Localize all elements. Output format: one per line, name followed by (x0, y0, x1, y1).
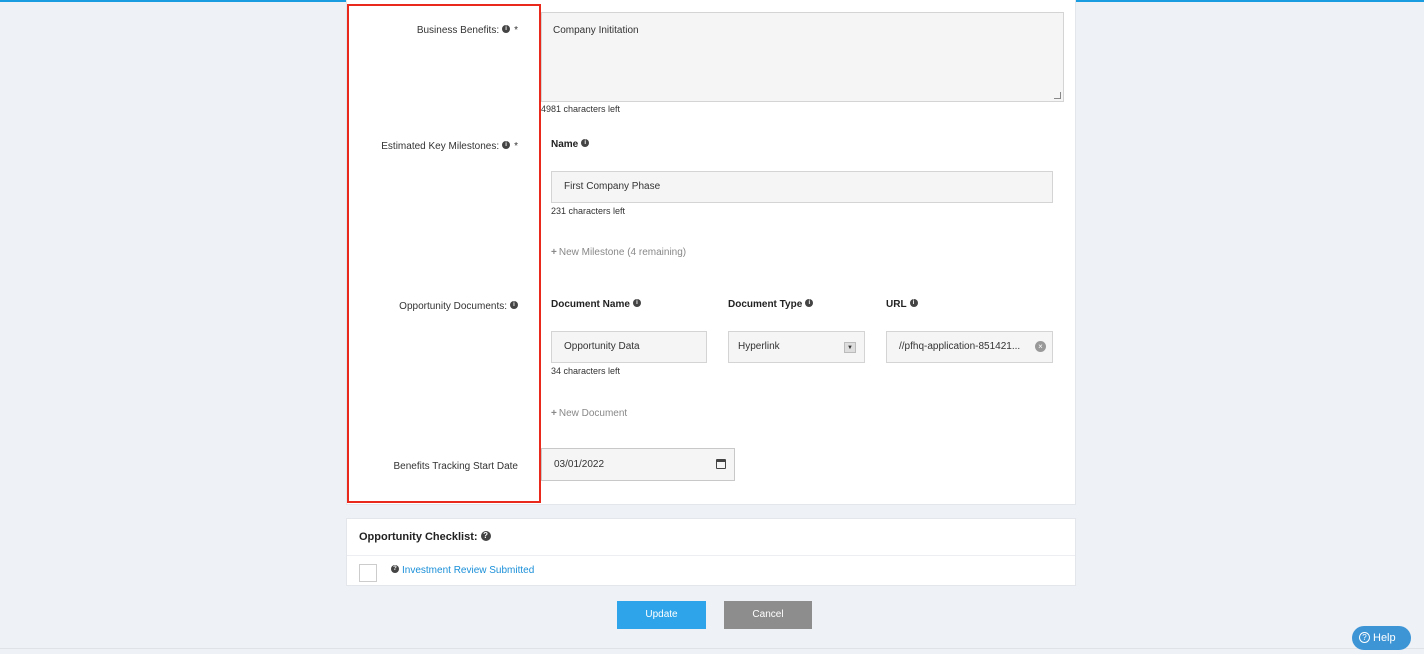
highlight-box (347, 4, 541, 503)
url-input[interactable]: //pfhq-application-851421... × (886, 331, 1053, 363)
question-icon: ? (1359, 631, 1370, 643)
new-document-link[interactable]: + New Document (551, 408, 627, 419)
url-header: URL i (886, 299, 918, 310)
footer-divider (0, 648, 1424, 649)
tracking-start-date-input[interactable]: 03/01/2022 (541, 448, 735, 481)
business-benefits-value: Company Inititation (553, 25, 639, 36)
info-icon[interactable]: i (909, 299, 918, 308)
business-benefits-textarea[interactable]: Company Inititation (541, 12, 1064, 102)
resize-handle-icon[interactable] (1054, 92, 1061, 99)
cancel-button[interactable]: Cancel (724, 601, 812, 629)
opportunity-checklist-panel: Opportunity Checklist:? ? Investment Revi… (346, 518, 1076, 586)
document-type-header: Document Type i (728, 299, 814, 310)
calendar-icon[interactable] (716, 459, 726, 469)
clear-icon[interactable]: × (1035, 341, 1046, 352)
info-icon[interactable]: i (805, 299, 814, 308)
question-icon[interactable]: ? (480, 531, 491, 542)
business-benefits-chars-left: 4981 characters left (541, 104, 621, 114)
milestone-name-header: Name i (551, 139, 590, 150)
milestone-chars-left: 231 characters left (551, 206, 626, 216)
checklist-item-link[interactable]: ? Investment Review Submitted (391, 565, 534, 576)
plus-icon: + (551, 247, 557, 258)
checklist-title: Opportunity Checklist:? (359, 531, 491, 543)
document-name-header: Document Name i (551, 299, 641, 310)
info-icon[interactable]: i (632, 299, 641, 308)
milestone-name-input[interactable]: First Company Phase (551, 171, 1053, 203)
chevron-down-icon[interactable]: ▼ (844, 342, 856, 353)
update-button[interactable]: Update (617, 601, 706, 629)
document-name-input[interactable]: Opportunity Data (551, 331, 707, 363)
checklist-checkbox[interactable] (359, 564, 377, 582)
divider (347, 555, 1075, 556)
plus-icon: + (551, 408, 557, 419)
document-chars-left: 34 characters left (551, 366, 621, 376)
new-milestone-link[interactable]: + New Milestone (4 remaining) (551, 247, 686, 258)
question-icon: ? (391, 565, 399, 574)
document-type-select[interactable]: Hyperlink ▼ (728, 331, 865, 363)
info-icon[interactable]: i (581, 139, 590, 148)
help-button[interactable]: ? Help (1352, 626, 1411, 650)
